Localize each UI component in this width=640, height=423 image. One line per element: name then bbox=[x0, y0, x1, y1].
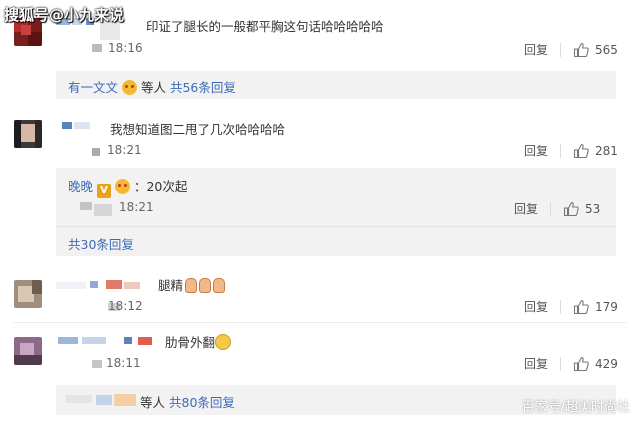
reply-username[interactable]: 有一文文 bbox=[68, 80, 118, 95]
username-blurred bbox=[138, 337, 152, 345]
reply-button[interactable]: 回复 bbox=[514, 200, 538, 217]
avatar[interactable] bbox=[14, 280, 42, 308]
comment-text: 印证了腿长的一般都平胸这句话哈哈哈哈哈 bbox=[146, 19, 384, 34]
emoji-icon bbox=[122, 80, 137, 95]
more-replies-link[interactable]: 共80条回复 bbox=[169, 395, 235, 410]
thumbs-up-icon[interactable] bbox=[573, 42, 589, 58]
more-replies-link[interactable]: 共30条回复 bbox=[68, 234, 134, 253]
watermark-top: 搜狐号@小九来说 bbox=[4, 6, 125, 24]
username-blurred[interactable] bbox=[90, 281, 98, 288]
emoji-icon bbox=[114, 179, 130, 194]
timestamp: 18:16 bbox=[108, 41, 143, 55]
divider bbox=[560, 299, 562, 314]
reply-button[interactable]: 回复 bbox=[524, 355, 548, 372]
username-blurred bbox=[124, 282, 140, 289]
laughing-emoji-icon bbox=[215, 334, 232, 350]
reply-actions: 回复 53 bbox=[514, 200, 600, 217]
username-blurred[interactable] bbox=[62, 122, 72, 129]
username-blurred bbox=[96, 395, 112, 405]
comment-actions: 回复 281 bbox=[524, 142, 618, 159]
hand-emoji-icon bbox=[185, 278, 198, 293]
username-blurred bbox=[124, 337, 132, 344]
comment-actions: 回复 429 bbox=[524, 355, 618, 372]
summary-suffix: 等人 bbox=[140, 395, 166, 410]
divider bbox=[14, 322, 626, 323]
username-blurred bbox=[106, 280, 122, 289]
divider bbox=[560, 356, 562, 371]
reply-button[interactable]: 回复 bbox=[524, 298, 548, 315]
username-blurred[interactable] bbox=[82, 337, 106, 344]
timestamp: 18:11 bbox=[106, 356, 141, 370]
thumbs-up-icon[interactable] bbox=[563, 201, 579, 217]
username-blurred[interactable] bbox=[58, 337, 78, 344]
comment-text: 肋骨外翻 bbox=[165, 332, 232, 351]
reply-username[interactable]: 晚晚 bbox=[68, 179, 93, 194]
blur bbox=[94, 204, 112, 216]
more-replies-link[interactable]: 共56条回复 bbox=[170, 80, 236, 95]
comment-text: 我想知道图二甩了几次哈哈哈哈 bbox=[110, 122, 286, 137]
blur bbox=[80, 202, 92, 210]
username-blurred[interactable] bbox=[56, 282, 86, 289]
comment-actions: 回复 179 bbox=[524, 298, 618, 315]
comment-text: 腿精 bbox=[158, 275, 226, 294]
timestamp: 18:12 bbox=[108, 299, 143, 313]
username-blurred[interactable] bbox=[74, 122, 90, 129]
reply-button[interactable]: 回复 bbox=[524, 41, 548, 58]
divider bbox=[560, 42, 562, 57]
avatar[interactable] bbox=[14, 120, 42, 148]
blur bbox=[92, 360, 102, 368]
hand-emoji-icon bbox=[199, 278, 212, 293]
blur bbox=[92, 148, 100, 156]
thumbs-up-icon[interactable] bbox=[573, 299, 589, 315]
comment-text-body: 腿精 bbox=[158, 278, 184, 293]
like-count: 565 bbox=[595, 42, 618, 57]
comment-text-body: 肋骨外翻 bbox=[165, 335, 216, 350]
reply-box: 晚晚 V ：20次起 18:21 回复 53 共30条回复 bbox=[56, 168, 616, 256]
watermark-bottom: 百家号/超美时尚社 bbox=[521, 400, 630, 415]
thumbs-up-icon[interactable] bbox=[573, 356, 589, 372]
blur bbox=[92, 44, 102, 52]
like-count: 179 bbox=[595, 299, 618, 314]
like-count: 53 bbox=[585, 201, 601, 216]
like-count: 281 bbox=[595, 143, 618, 158]
divider bbox=[560, 143, 562, 158]
timestamp: 18:21 bbox=[107, 143, 142, 157]
like-count: 429 bbox=[595, 356, 618, 371]
comment-actions: 回复 565 bbox=[524, 41, 618, 58]
reply-summary-box: 有一文文 等人 共56条回复 bbox=[56, 71, 616, 99]
divider bbox=[550, 201, 552, 216]
vip-badge-icon: V bbox=[97, 184, 111, 198]
thumbs-up-icon[interactable] bbox=[573, 143, 589, 159]
summary-suffix: 等人 bbox=[140, 80, 166, 95]
avatar[interactable] bbox=[14, 337, 42, 365]
reply-text: ：20次起 bbox=[133, 179, 188, 194]
username-blurred bbox=[114, 394, 136, 406]
username-blurred bbox=[66, 395, 92, 403]
reply-timestamp: 18:21 bbox=[119, 200, 154, 214]
hand-emoji-icon bbox=[213, 278, 226, 293]
reply-button[interactable]: 回复 bbox=[524, 142, 548, 159]
